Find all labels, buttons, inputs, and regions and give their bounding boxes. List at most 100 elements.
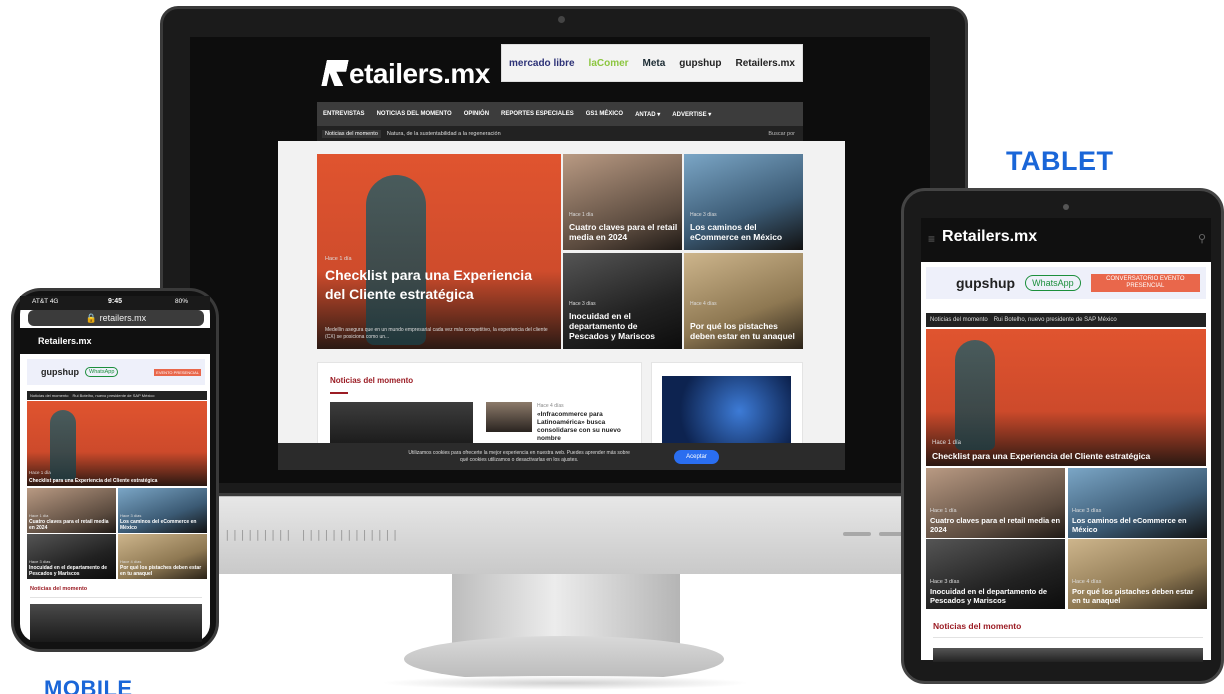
desktop-tile-3[interactable]: Hace 3 días Inocuidad en el departamento … bbox=[563, 253, 682, 349]
tile-time: Hace 3 días bbox=[690, 212, 717, 218]
hero-title[interactable]: Checklist para una Experiencia del Clien… bbox=[932, 451, 1150, 461]
cookie-banner: Utilizamos cookies para ofrecerte la mej… bbox=[278, 443, 845, 470]
desktop-hero-image[interactable] bbox=[317, 154, 561, 349]
mobile-label: MOBILE bbox=[44, 676, 133, 694]
conversatorio-badge: CONVERSATORIO EVENTO PRESENCIAL bbox=[1090, 274, 1200, 292]
sponsor-retailers: Retailers.mx bbox=[735, 57, 795, 69]
mobile-tile-1[interactable]: Hace 1 día Cuatro claves para el retail m… bbox=[27, 488, 116, 533]
tile-title: Los caminos del eCommerce en México bbox=[1072, 516, 1187, 534]
ticker-headline[interactable]: Natura, de la sustentabilidad a la regen… bbox=[387, 131, 501, 137]
tile-time: Hace 1 día bbox=[569, 212, 594, 218]
tile-title: Los caminos del eCommerce en México bbox=[120, 519, 197, 531]
hero-title[interactable]: Checklist para una Experiencia del Clien… bbox=[29, 478, 157, 484]
tile-time: Hace 1 día bbox=[930, 508, 957, 514]
mobile-tile-3[interactable]: Hace 3 días Inocuidad en el departamento … bbox=[27, 534, 116, 579]
monitor-slot bbox=[843, 532, 871, 536]
mobile-logo-text: etailers.mx bbox=[44, 336, 92, 346]
tablet-tile-1[interactable]: Hace 1 día Cuatro claves para el retail m… bbox=[926, 468, 1065, 538]
sponsor-lacomer: laComer bbox=[588, 57, 629, 69]
hero-description: Medellín asegura que en un mundo empresa… bbox=[325, 327, 548, 340]
news-main-image[interactable] bbox=[330, 402, 473, 446]
accept-cookies-button[interactable]: Aceptar bbox=[674, 449, 719, 464]
tablet-tile-3[interactable]: Hace 3 días Inocuidad en el departamento … bbox=[926, 539, 1065, 609]
gupshup-logo: gupshup bbox=[956, 275, 1016, 291]
search-icon[interactable]: ⚲ bbox=[1198, 232, 1206, 245]
address-bar[interactable]: 🔒 retailers.mx bbox=[28, 310, 204, 326]
news-time: Hace 4 días bbox=[537, 403, 564, 409]
hero-time: Hace 1 día bbox=[932, 440, 962, 446]
tile-title: Cuatro claves para el retail media en 20… bbox=[29, 519, 109, 531]
tablet-label: TABLET bbox=[1006, 146, 1114, 176]
mobile-tile-2[interactable]: Hace 3 días Los caminos del eCommerce en … bbox=[118, 488, 207, 533]
desktop-tile-2[interactable]: Hace 3 días Los caminos del eCommerce en … bbox=[684, 154, 803, 250]
news-thumb-image[interactable] bbox=[486, 402, 532, 432]
ticker-headline[interactable]: Rui Botelho, nuevo presidente de SAP Méx… bbox=[994, 317, 1117, 323]
hero-person-figure bbox=[366, 175, 426, 345]
tile-title: Inocuidad en el departamento de Pescados… bbox=[29, 565, 108, 577]
tile-title: Por qué los pistaches deben estar en tu … bbox=[1072, 587, 1194, 605]
mobile-ad-banner[interactable]: gupshup WhatsApp EVENTO PRESENCIAL bbox=[27, 359, 205, 385]
tile-title: Inocuidad en el departamento de Pescados… bbox=[569, 311, 655, 341]
nav-gs1[interactable]: GS1 MÉXICO bbox=[586, 111, 623, 117]
nav-reportes[interactable]: REPORTES ESPECIALES bbox=[501, 111, 574, 117]
tablet-tile-4[interactable]: Hace 4 días Por qué los pistaches deben e… bbox=[1068, 539, 1207, 609]
ticker-headline[interactable]: Rui Botelho, nuevo presidente de SAP Méx… bbox=[72, 393, 154, 398]
tile-time: Hace 4 días bbox=[1072, 579, 1102, 585]
hero-person-figure bbox=[955, 340, 995, 450]
tablet-site-logo[interactable]: Retailers.mx bbox=[942, 228, 1037, 246]
monitor-camera bbox=[558, 16, 565, 23]
desktop-sponsor-banner[interactable]: mercado libre laComer Meta gupshup Retai… bbox=[501, 44, 803, 82]
search-field[interactable]: Buscar por bbox=[768, 131, 803, 137]
monitor-shadow bbox=[380, 676, 750, 690]
section-divider bbox=[933, 637, 1203, 638]
nav-entrevistas[interactable]: ENTREVISTAS bbox=[323, 111, 365, 117]
section-underline bbox=[330, 392, 348, 394]
clock-text: 9:45 bbox=[108, 298, 123, 305]
hero-time: Hace 1 día bbox=[29, 470, 51, 475]
cookie-text: Utilizamos cookies para ofrecerte la mej… bbox=[408, 449, 630, 463]
nav-noticias[interactable]: NOTICIAS DEL MOMENTO bbox=[377, 111, 452, 117]
globe-image[interactable] bbox=[662, 376, 791, 446]
url-text: retailers.mx bbox=[99, 313, 147, 323]
news-main-image[interactable] bbox=[933, 648, 1203, 662]
carrier-text: AT&T 4G bbox=[32, 298, 59, 305]
tablet-camera bbox=[1063, 204, 1069, 210]
tile-title: Por qué los pistaches deben estar en tu … bbox=[690, 321, 795, 341]
desktop-tile-4[interactable]: Hace 4 días Por qué los pistaches deben e… bbox=[684, 253, 803, 349]
news-headline[interactable]: «Infracommerce para Latinoamérica» busca… bbox=[537, 411, 637, 443]
sponsor-mercadolibre: mercado libre bbox=[508, 57, 575, 69]
tile-time: Hace 3 días bbox=[569, 301, 596, 307]
nav-advertise[interactable]: ADVERTISE ▾ bbox=[672, 111, 711, 118]
desktop-logo-text: etailers.mx bbox=[349, 58, 490, 89]
news-main-image[interactable] bbox=[30, 604, 202, 642]
hero-person-figure bbox=[50, 410, 76, 480]
mobile-site-logo[interactable]: Retailers.mx bbox=[38, 336, 92, 346]
tile-title: Inocuidad en el departamento de Pescados… bbox=[930, 587, 1048, 605]
tile-title: Por qué los pistaches deben estar en tu … bbox=[120, 565, 202, 577]
nav-antad[interactable]: ANTAD ▾ bbox=[635, 111, 660, 118]
sponsor-meta: Meta bbox=[642, 57, 666, 69]
tablet-tile-2[interactable]: Hace 3 días Los caminos del eCommerce en … bbox=[1068, 468, 1207, 538]
tile-time: Hace 4 días bbox=[120, 559, 142, 564]
ticker-label: Noticias del momento bbox=[30, 393, 69, 398]
mobile-ticker: Noticias del momento Rui Botelho, nuevo … bbox=[27, 391, 207, 400]
tablet-ad-banner[interactable]: gupshup WhatsApp CONVERSATORIO EVENTO PR… bbox=[926, 267, 1206, 299]
sponsor-gupshup: gupshup bbox=[679, 57, 722, 69]
tile-time: Hace 3 días bbox=[930, 579, 960, 585]
tile-time: Hace 3 días bbox=[120, 513, 142, 518]
desktop-tile-1[interactable]: Hace 1 día Cuatro claves para el retail m… bbox=[563, 154, 682, 250]
tile-title: Los caminos del eCommerce en México bbox=[690, 222, 783, 242]
desktop-site-logo[interactable]: etailers.mx bbox=[324, 58, 490, 90]
section-divider bbox=[30, 597, 202, 598]
nav-opinion[interactable]: OPINIÓN bbox=[464, 111, 489, 117]
tablet-logo-text: etailers.mx bbox=[953, 228, 1038, 245]
hero-title[interactable]: Checklist para una Experiencia del Clien… bbox=[325, 266, 550, 304]
hamburger-menu-icon[interactable]: ≡ bbox=[928, 232, 935, 246]
tile-time: Hace 3 días bbox=[1072, 508, 1102, 514]
tile-time: Hace 3 días bbox=[29, 559, 51, 564]
news-section-title: Noticias del momento bbox=[933, 621, 1022, 631]
tablet-ticker: Noticias del momento Rui Botelho, nuevo … bbox=[926, 313, 1206, 327]
mobile-tile-4[interactable]: Hace 4 días Por qué los pistaches deben e… bbox=[118, 534, 207, 579]
whatsapp-badge: WhatsApp bbox=[85, 367, 119, 377]
ticker-label: Noticias del momento bbox=[930, 317, 988, 323]
